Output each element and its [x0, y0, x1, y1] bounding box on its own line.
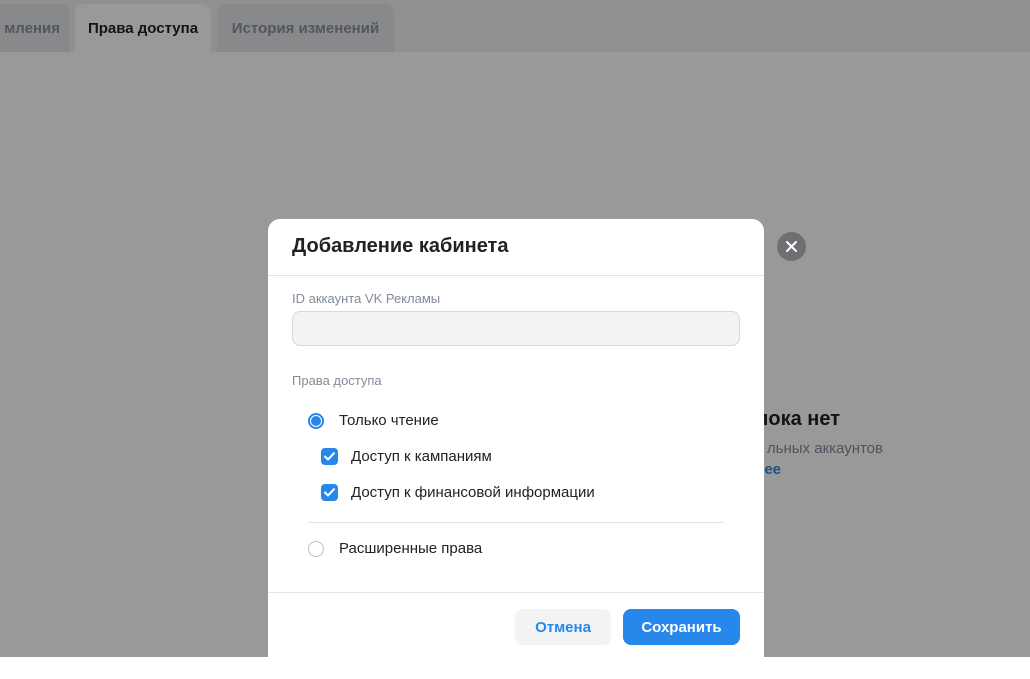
radio-unselected-icon — [308, 540, 324, 557]
checkbox-checked-icon — [321, 484, 338, 501]
footer-divider — [268, 592, 764, 593]
checkbox-finance-access[interactable]: Доступ к финансовой информации — [321, 484, 595, 501]
extended-rights-label: Расширенные права — [339, 540, 483, 557]
close-modal-button[interactable] — [777, 232, 806, 261]
add-cabinet-modal: Добавление кабинета ID аккаунта VK Рекла… — [268, 219, 764, 679]
radio-read-only[interactable]: Только чтение — [308, 412, 439, 429]
close-icon — [786, 241, 797, 252]
modal-title: Добавление кабинета — [292, 235, 509, 257]
save-button[interactable]: Сохранить — [623, 609, 740, 645]
campaign-access-label: Доступ к кампаниям — [351, 448, 492, 465]
cancel-button[interactable]: Отмена — [515, 609, 611, 645]
options-divider — [308, 522, 724, 523]
account-id-label: ID аккаунта VK Рекламы — [292, 291, 441, 306]
header-divider — [268, 275, 764, 276]
checkbox-campaign-access[interactable]: Доступ к кампаниям — [321, 448, 492, 465]
checkbox-checked-icon — [321, 448, 338, 465]
radio-extended-rights[interactable]: Расширенные права — [308, 540, 482, 557]
read-only-label: Только чтение — [339, 412, 439, 429]
radio-selected-icon — [308, 412, 324, 429]
access-rights-label: Права доступа — [292, 373, 382, 388]
finance-access-label: Доступ к финансовой информации — [351, 484, 595, 501]
account-id-input[interactable] — [292, 311, 740, 346]
